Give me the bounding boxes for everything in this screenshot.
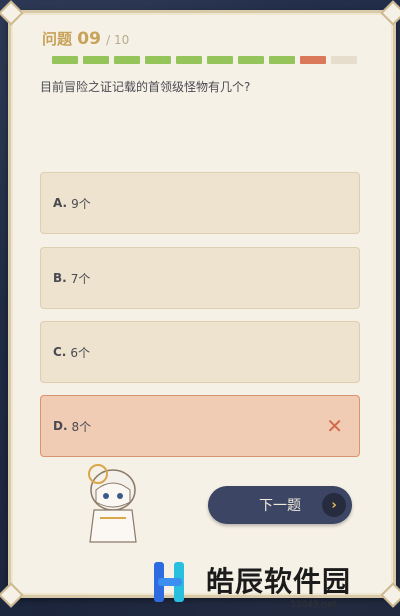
option-c[interactable]: C. 6个	[40, 321, 360, 383]
option-text: 6个	[70, 345, 91, 360]
progress-segment-wrong	[300, 56, 326, 64]
option-label: A.	[53, 196, 68, 210]
next-button-label: 下一题	[259, 498, 301, 514]
progress-bar	[52, 56, 357, 64]
progress-segment-correct	[114, 56, 140, 64]
progress-segment-correct	[145, 56, 171, 64]
counter-total: / 10	[106, 33, 130, 47]
progress-segment-correct	[83, 56, 109, 64]
option-a[interactable]: A. 9个	[40, 172, 360, 234]
option-b[interactable]: B. 7个	[40, 247, 360, 309]
arrow-right-icon: ›	[322, 493, 346, 517]
progress-segment-correct	[269, 56, 295, 64]
progress-segment-pending	[331, 56, 357, 64]
option-text: 7个	[70, 271, 91, 286]
option-text: 8个	[71, 419, 92, 434]
next-question-button[interactable]: 下一题 ›	[208, 486, 352, 524]
watermark: 皓辰软件园 33049.net	[150, 556, 400, 616]
watermark-domain: 33049.net	[290, 600, 337, 610]
watermark-logo-icon	[154, 562, 184, 602]
option-text: 9个	[71, 196, 91, 211]
wrong-answer-x-icon: ✕	[326, 414, 343, 438]
watermark-text: 皓辰软件园	[206, 565, 352, 598]
counter-prefix: 问题	[42, 30, 73, 48]
progress-segment-correct	[52, 56, 78, 64]
progress-segment-correct	[238, 56, 264, 64]
mascot-icon	[88, 464, 137, 543]
progress-segment-correct	[176, 56, 202, 64]
option-d[interactable]: D. 8个 ✕	[40, 395, 360, 457]
progress-segment-correct	[207, 56, 233, 64]
question-counter: 问题 09 / 10	[42, 28, 129, 49]
counter-current: 09	[77, 29, 101, 49]
option-label: B.	[53, 271, 67, 285]
option-label: C.	[53, 345, 67, 359]
option-label: D.	[53, 419, 68, 433]
question-text: 目前冒险之证记载的首领级怪物有几个?	[40, 80, 251, 94]
